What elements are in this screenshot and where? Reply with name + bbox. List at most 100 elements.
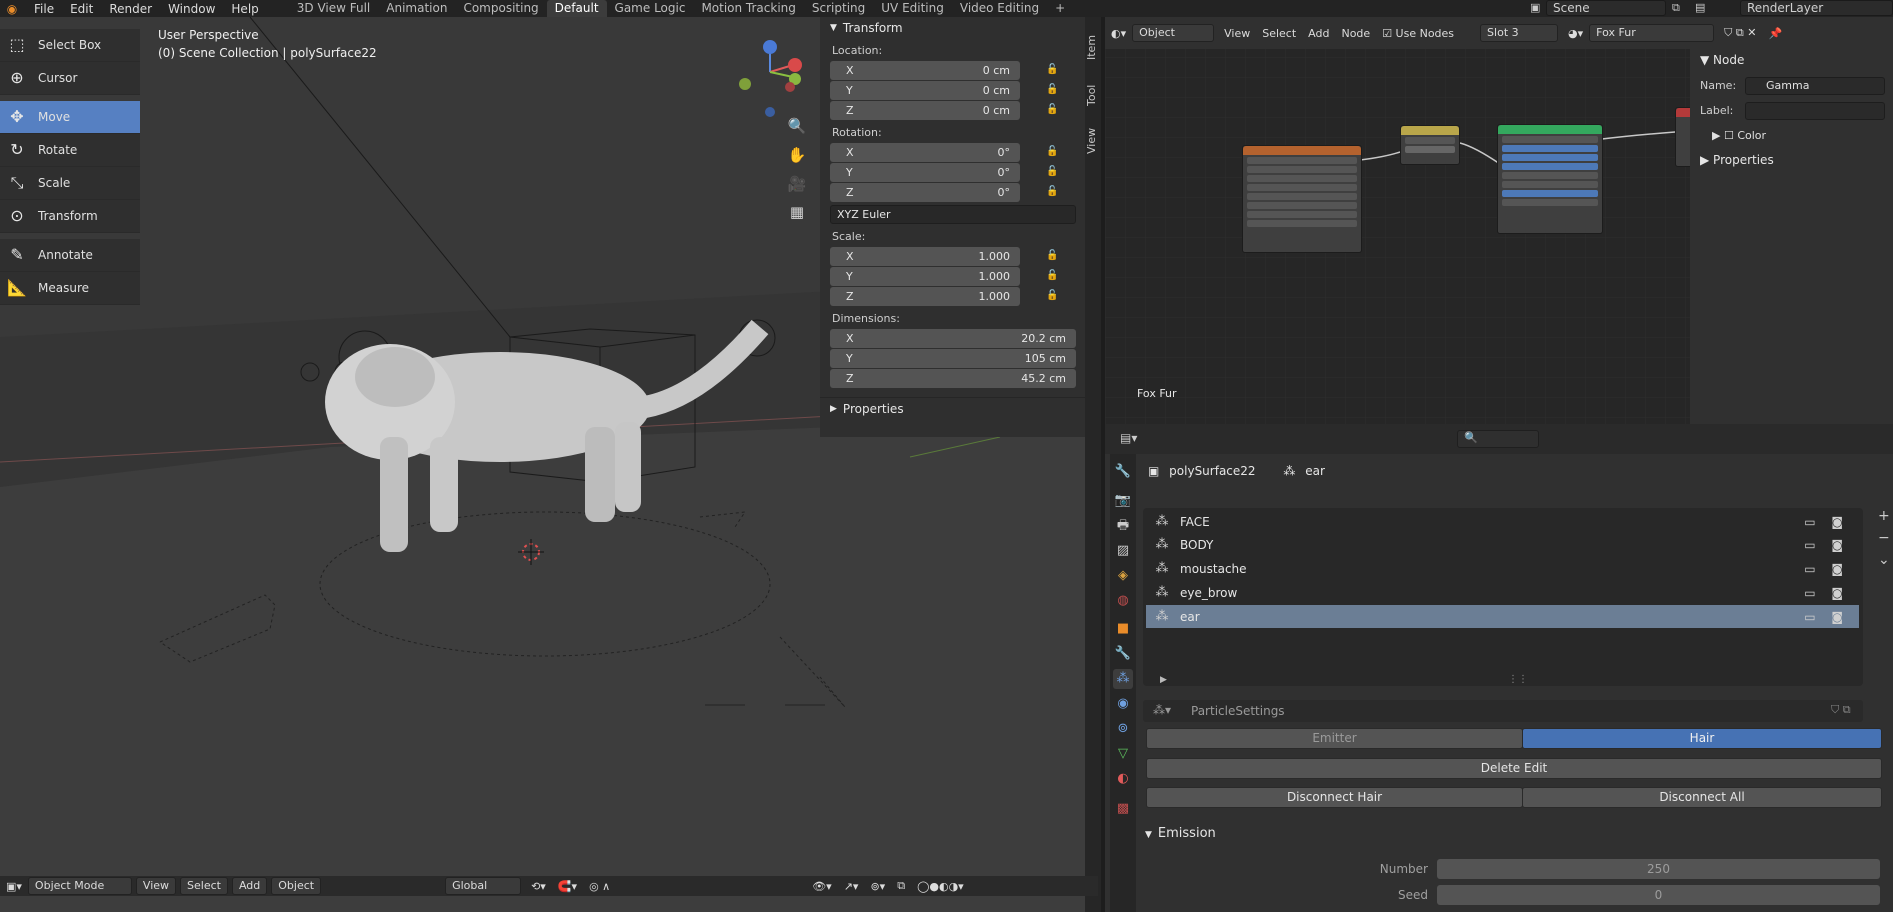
tab-game-logic[interactable]: Game Logic [607,0,694,17]
list-side-buttons[interactable]: + − ⌄ [1878,505,1890,571]
use-nodes-checkbox[interactable]: ☑ Use Nodes [1376,27,1460,40]
menu-object[interactable]: Object [271,877,322,895]
menu-view[interactable]: View [135,877,177,895]
dimensions-z-field[interactable]: Z 45.2 cm [830,369,1076,388]
fake-user-icons[interactable]: ⛉ ⧉ [1831,703,1851,717]
material-tab-icon[interactable]: ◐ [1113,769,1133,789]
output-tab-icon[interactable]: 🖶 [1113,516,1133,536]
scale-x-field[interactable]: X 1.000 [830,247,1020,266]
object-mode-dropdown[interactable]: Object Mode [27,877,132,895]
lock-icon[interactable]: 🔓 [1046,146,1058,158]
visibility-render-icons[interactable]: ▭ ◙ [1804,515,1849,529]
tool-annotate[interactable]: ✎ Annotate [0,239,140,272]
add-workspace-button[interactable]: + [1047,0,1073,17]
disconnect-hair-button[interactable]: Disconnect Hair [1146,787,1523,808]
constraints-tab-icon[interactable]: ⊚ [1113,719,1133,739]
list-item-selected[interactable]: ⁂ ear ▭ ◙ [1146,605,1859,628]
camera-view-icon[interactable]: 🎥 [785,172,809,196]
editor-type-icon[interactable]: ▣▾ [0,880,28,893]
node-name-field[interactable]: Gamma [1745,77,1885,95]
dimensions-y-field[interactable]: Y 105 cm [830,349,1076,368]
tab-scripting[interactable]: Scripting [804,0,873,17]
object-tab-icon[interactable]: ■ [1113,619,1133,639]
menu-node[interactable]: Node [1335,27,1376,40]
tool-tab-icon[interactable]: 🔧 [1113,462,1133,482]
location-y-field[interactable]: Y0 cm [830,81,1020,100]
tool-transform[interactable]: ⊙ Transform [0,200,140,233]
lock-icon[interactable]: 🔓 [1046,250,1058,262]
node-label-field[interactable] [1745,102,1885,120]
lock-icon[interactable]: 🔓 [1046,186,1058,198]
blender-logo-icon[interactable]: ◉ [4,2,20,16]
list-item[interactable]: ⁂ FACE ▭ ◙ [1146,510,1859,533]
tool-scale[interactable]: ⤡ Scale [0,167,140,200]
list-item[interactable]: ⁂ BODY ▭ ◙ [1146,533,1859,556]
menu-select[interactable]: Select [1256,27,1302,40]
editor-type-icon[interactable]: ◐▾ [1105,27,1132,40]
lock-icon[interactable]: 🔓 [1046,104,1058,116]
tool-measure[interactable]: 📐 Measure [0,272,140,305]
navigation-gizmo[interactable] [735,27,805,117]
tab-compositing[interactable]: Compositing [455,0,546,17]
transform-orientation-dropdown[interactable]: Global [445,877,522,895]
menu-help[interactable]: Help [223,2,266,16]
tab-3d-view-full[interactable]: 3D View Full [289,0,379,17]
tab-motion-tracking[interactable]: Motion Tracking [693,0,803,17]
menu-edit[interactable]: Edit [62,2,101,16]
pivot-icon[interactable]: ⟲▾ [525,880,552,893]
tab-item[interactable]: Item [1085,27,1101,67]
view-layer-selector[interactable]: RenderLayer [1740,0,1893,16]
rotation-mode-dropdown[interactable]: XYZ Euler [830,205,1076,224]
tab-view[interactable]: View [1085,121,1101,161]
location-x-field[interactable]: X0 cm [830,61,1020,80]
transform-panel-header[interactable]: ▼ Transform [820,17,1085,39]
slot-dropdown[interactable]: Slot 3 [1480,24,1559,42]
texture-tab-icon[interactable]: ▩ [1113,799,1133,819]
list-resize-handle[interactable]: ⋮⋮ [1508,674,1528,685]
lock-icon[interactable]: 🔓 [1046,290,1058,302]
pin-icon[interactable]: 📌 [1763,27,1789,40]
scene-selector[interactable]: Scene [1546,0,1666,16]
tool-move[interactable]: ✥ Move [0,101,140,134]
tab-uv-editing[interactable]: UV Editing [873,0,952,17]
dimensions-x-field[interactable]: X 20.2 cm [830,329,1076,348]
menu-add[interactable]: Add [1302,27,1335,40]
view-layer-tab-icon[interactable]: ▨ [1113,541,1133,561]
seed-field[interactable]: 0 [1437,885,1880,905]
scene-tab-icon[interactable]: ◈ [1113,566,1133,586]
rotation-x-field[interactable]: X 0° [830,143,1020,162]
gizmo-toggle-icon[interactable]: ↗▾ [838,880,865,893]
list-item[interactable]: ⁂ moustache ▭ ◙ [1146,557,1859,580]
particles-tab-icon[interactable]: ⁂ [1113,669,1133,689]
tool-cursor[interactable]: ⊕ Cursor [0,62,140,95]
menu-select[interactable]: Select [180,877,228,895]
properties-search-input[interactable]: 🔍 [1457,430,1539,448]
menu-window[interactable]: Window [160,2,223,16]
scale-y-field[interactable]: Y 1.000 [830,267,1020,286]
list-item[interactable]: ⁂ eye_brow ▭ ◙ [1146,581,1859,604]
world-tab-icon[interactable]: ◍ [1113,591,1133,611]
rotation-y-field[interactable]: Y 0° [830,163,1020,182]
image-texture-node[interactable] [1242,145,1362,253]
color-toggle[interactable]: ▶ ☐ Color [1712,129,1766,142]
snap-icon[interactable]: 🧲▾ [552,880,583,893]
node-properties-header[interactable]: ▶ Properties [1700,153,1774,167]
tool-select-box[interactable]: ⬚ Select Box [0,29,140,62]
render-tab-icon[interactable]: 📷 [1113,491,1133,511]
visibility-icon[interactable]: 👁▾ [806,880,838,893]
menu-render[interactable]: Render [101,2,160,16]
scale-z-field[interactable]: Z 1.000 [830,287,1020,306]
principled-bsdf-node[interactable] [1497,124,1603,234]
lock-icon[interactable]: 🔓 [1046,166,1058,178]
tab-video-editing[interactable]: Video Editing [952,0,1047,17]
modifier-tab-icon[interactable]: 🔧 [1113,644,1133,664]
shading-modes-icon[interactable]: ◯●◐◑▾ [911,880,970,893]
menu-file[interactable]: File [26,2,62,16]
shader-type-dropdown[interactable]: Object [1132,24,1215,42]
material-actions-icon[interactable]: ⛉ ⧉ ✕ [1718,26,1762,40]
zoom-icon[interactable]: 🔍 [785,114,809,138]
lock-icon[interactable]: 🔓 [1046,64,1058,76]
visibility-render-icons[interactable]: ▭ ◙ [1804,610,1849,624]
xray-icon[interactable]: ⧉ [891,879,911,893]
properties-panel-header[interactable]: ▶ Properties [820,397,1085,419]
